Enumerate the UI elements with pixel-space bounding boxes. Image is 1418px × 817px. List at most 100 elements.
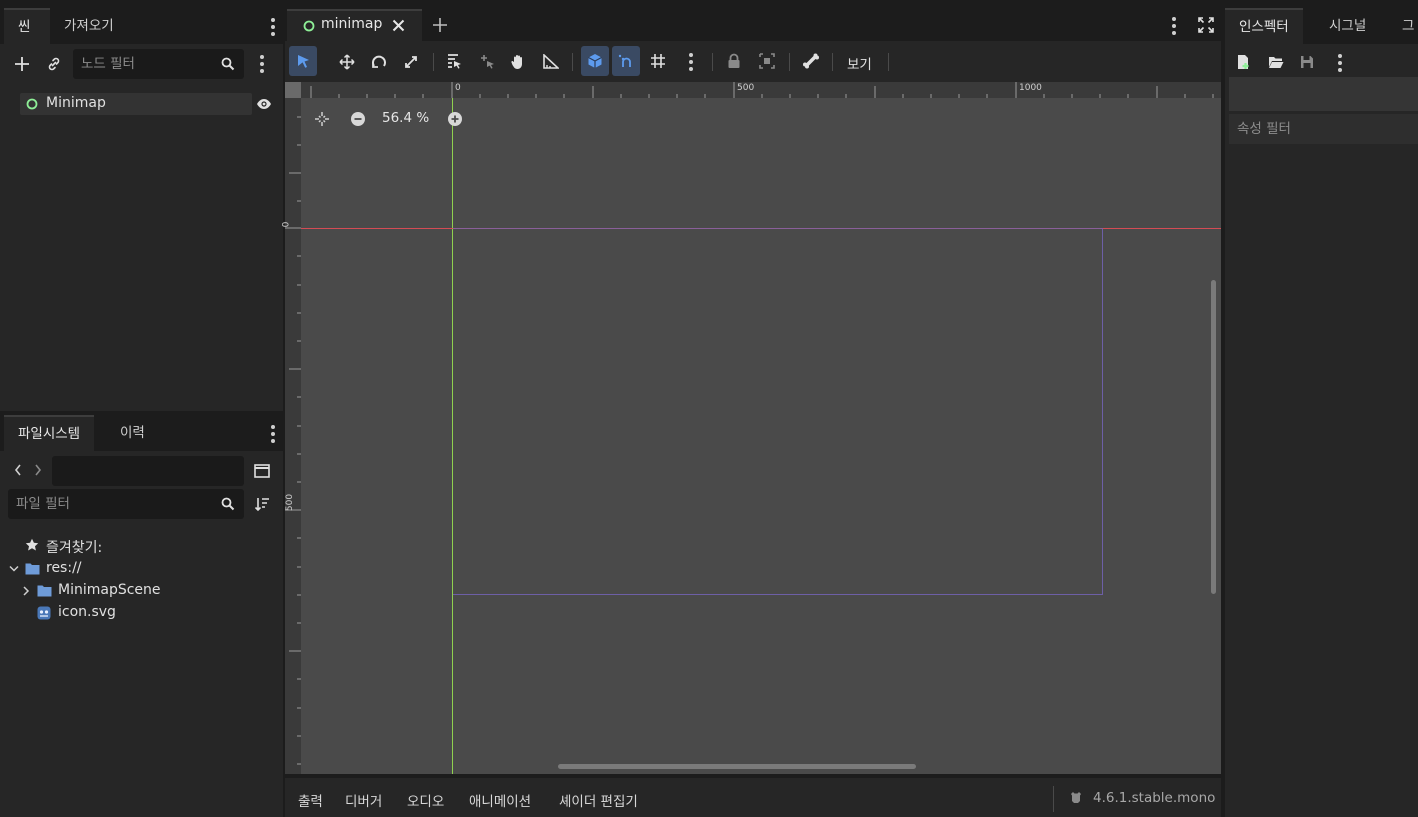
scene-tabbar: minimap (285, 0, 1221, 41)
canvas-toolbar: 보기 (285, 41, 1221, 82)
pointer-icon (298, 55, 309, 68)
scene-tabs-menu-icon[interactable] (1171, 17, 1177, 35)
vertical-ruler-ticks (285, 116, 301, 765)
object-selector[interactable] (1229, 77, 1418, 111)
tree-item-label: MinimapScene (58, 582, 161, 598)
tab-output[interactable]: 출력 (298, 790, 323, 810)
pivot-tool-icon[interactable] (479, 53, 495, 70)
ruler-label-1000: 1000 (1019, 83, 1042, 93)
forward-icon[interactable] (31, 461, 45, 479)
scene-tab-label: minimap (321, 16, 383, 32)
smart-snap-button[interactable] (581, 46, 609, 76)
toolbar-separator (888, 53, 889, 71)
scale-tool-icon[interactable] (403, 54, 419, 70)
toolbar-separator (832, 53, 833, 71)
control-node-icon (303, 20, 315, 32)
path-input[interactable] (52, 456, 244, 486)
magnet-icon (618, 54, 631, 67)
star-icon (25, 538, 39, 551)
close-icon[interactable] (392, 19, 405, 32)
link-icon[interactable] (44, 54, 64, 74)
zoom-in-icon[interactable] (447, 111, 463, 127)
version-label: 4.6.1.stable.mono (1093, 790, 1216, 806)
tab-debugger[interactable]: 디버거 (345, 790, 382, 810)
tab-import[interactable]: 가져오기 (50, 8, 128, 44)
folder-icon (25, 563, 40, 575)
view-menu-button[interactable]: 보기 (847, 53, 872, 73)
toolbar-separator (789, 53, 790, 71)
tab-shader-editor[interactable]: 셰이더 편집기 (559, 790, 638, 810)
rotate-tool-icon[interactable] (371, 54, 387, 70)
tab-groups[interactable]: 그 (1388, 8, 1418, 44)
toggle-split-icon[interactable] (252, 461, 272, 481)
center-view-icon[interactable] (315, 112, 329, 126)
visibility-icon[interactable] (255, 95, 273, 113)
property-filter-input[interactable]: 속성 필터 (1229, 114, 1418, 144)
filesystem-dock-tabbar: 파일시스템 이력 (0, 415, 283, 451)
back-icon[interactable] (11, 461, 25, 479)
select-tool-button[interactable] (289, 46, 317, 76)
vertical-scrollbar[interactable] (1211, 280, 1216, 594)
viewport-frame-top (453, 228, 1103, 229)
list-select-icon[interactable] (446, 53, 462, 70)
chevron-down-icon (9, 565, 19, 572)
snap-options-button[interactable] (612, 46, 640, 76)
group-icon[interactable] (759, 53, 775, 69)
tree-item-label: Minimap (46, 95, 106, 111)
tab-inspector[interactable]: 인스펙터 (1225, 8, 1303, 44)
add-scene-icon[interactable] (433, 18, 447, 32)
inspector-menu-icon[interactable] (1337, 54, 1343, 72)
sort-icon[interactable] (252, 494, 272, 514)
control-node-icon (26, 98, 38, 110)
lock-icon[interactable] (727, 53, 741, 69)
snap-cube-icon (588, 54, 602, 68)
toolbar-separator (712, 53, 713, 71)
tab-scene[interactable]: 씬 (4, 8, 50, 44)
scene-dock: 씬 가져오기 노드 필터 Minimap (0, 0, 283, 411)
godot-icon (1071, 792, 1081, 803)
filesystem-dock: 파일시스템 이력 파일 필터 즐겨찾기: res:// MinimapScene… (0, 415, 283, 817)
tree-item-minimapscene[interactable]: MinimapScene (18, 581, 276, 601)
distraction-free-icon[interactable] (1198, 17, 1214, 33)
toolbar-separator (433, 53, 434, 71)
bottom-separator (1053, 786, 1054, 812)
ruler-tool-icon[interactable] (543, 54, 559, 69)
horizontal-scrollbar[interactable] (558, 764, 916, 769)
pan-tool-icon[interactable] (510, 53, 526, 70)
new-resource-icon[interactable] (1237, 54, 1251, 70)
bone-icon[interactable] (803, 53, 819, 69)
horizontal-ruler: 0 500 1000 (285, 82, 1221, 98)
file-filter-input[interactable]: 파일 필터 (8, 489, 244, 519)
open-folder-icon[interactable] (1268, 55, 1284, 69)
scene-dock-menu-icon[interactable] (270, 18, 276, 36)
ruler-corner (285, 82, 301, 98)
tab-audio[interactable]: 오디오 (407, 790, 444, 810)
search-icon (219, 55, 237, 73)
tab-signals[interactable]: 시그널 (1315, 8, 1380, 44)
tree-item-minimap[interactable]: Minimap (20, 93, 252, 115)
folder-icon (37, 585, 52, 597)
tree-item-icon-svg[interactable]: icon.svg (18, 603, 276, 623)
toolbar-separator (572, 53, 573, 71)
tab-history[interactable]: 이력 (106, 415, 159, 451)
tab-animation[interactable]: 애니메이션 (469, 790, 531, 810)
tree-item-res[interactable]: res:// (6, 559, 276, 579)
inspector-dock-tabbar: 인스펙터 시그널 그 (1225, 0, 1418, 44)
canvas-viewport[interactable]: 56.4 % (301, 98, 1221, 774)
scene-tab-minimap[interactable]: minimap (287, 9, 422, 41)
tab-filesystem[interactable]: 파일시스템 (4, 415, 95, 451)
scene-tree-menu-icon[interactable] (259, 55, 265, 73)
grid-icon[interactable] (650, 53, 666, 69)
filesystem-dock-menu-icon[interactable] (270, 425, 276, 443)
save-icon[interactable] (1300, 55, 1314, 69)
snap-menu-icon[interactable] (688, 53, 694, 71)
viewport-frame-rect (453, 228, 1103, 595)
inspector-dock: 인스펙터 시그널 그 속성 필터 (1225, 0, 1418, 817)
tree-item-label: res:// (46, 560, 82, 576)
ruler-label-500: 500 (737, 83, 755, 93)
chevron-right-icon (23, 586, 30, 596)
move-tool-icon[interactable] (339, 54, 355, 70)
add-node-icon[interactable] (12, 54, 32, 74)
zoom-out-icon[interactable] (350, 111, 366, 127)
zoom-level[interactable]: 56.4 % (382, 110, 429, 126)
